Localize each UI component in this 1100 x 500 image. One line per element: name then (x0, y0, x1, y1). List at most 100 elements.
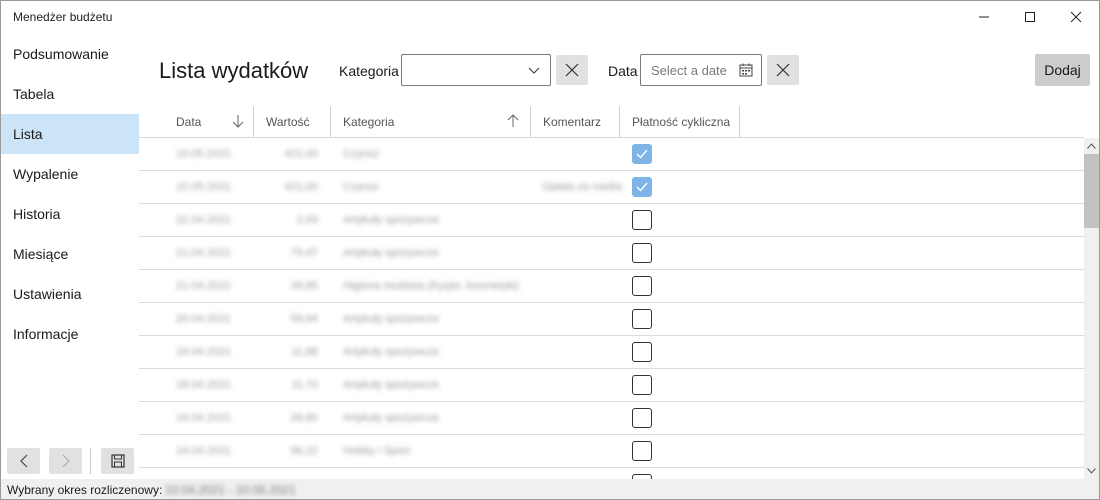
chevron-right-icon (62, 454, 70, 468)
maximize-button[interactable] (1007, 1, 1053, 33)
cell-date: 19.04.2021 (176, 346, 232, 358)
next-period-button[interactable] (49, 448, 82, 474)
status-bar: Wybrany okres rozliczenowy: 10.04.2021 -… (1, 479, 1099, 499)
sort-ascending-icon (507, 114, 519, 127)
cell-value: 79,47 (290, 247, 318, 259)
table-row[interactable]: 20.04.2021 59,94 Artykuły spożywcze (139, 303, 1084, 336)
sort-descending-icon (232, 115, 244, 128)
date-placeholder: Select a date (651, 63, 727, 78)
clear-date-button[interactable] (767, 55, 799, 85)
sidebar-item-informacje[interactable]: Informacje (1, 314, 139, 354)
add-expense-button[interactable]: Dodaj (1035, 54, 1090, 86)
sidebar-item-miesiace[interactable]: Miesiące (1, 234, 139, 274)
recurring-payment-checkbox[interactable] (632, 474, 652, 479)
recurring-payment-checkbox[interactable] (632, 276, 652, 296)
scroll-down-button[interactable] (1084, 463, 1099, 479)
chevron-down-icon (528, 67, 540, 74)
cell-date: 21.04.2021 (176, 247, 232, 259)
cell-value: 59,94 (290, 313, 318, 325)
recurring-payment-checkbox[interactable] (632, 177, 652, 197)
save-icon (110, 454, 125, 468)
cell-category: Czynsz (343, 148, 380, 160)
cell-date: 21.04.2021 (176, 280, 232, 292)
table-row[interactable]: 10.05.2021 421,00 Czynsz (139, 138, 1084, 171)
close-button[interactable] (1053, 1, 1099, 33)
cell-category: Higiena osobista (fryzjer, kosmetyki) (343, 280, 520, 292)
recurring-payment-checkbox[interactable] (632, 309, 652, 329)
sidebar-item-ustawienia[interactable]: Ustawienia (1, 274, 139, 314)
cell-category: Artykuły spożywcze (343, 412, 439, 424)
date-filter-picker[interactable]: Select a date (640, 54, 762, 86)
table-row[interactable]: 21.04.2021 39,85 Higiena osobista (fryzjer… (139, 270, 1084, 303)
recurring-payment-checkbox[interactable] (632, 243, 652, 263)
recurring-payment-checkbox[interactable] (632, 375, 652, 395)
checkmark-icon (636, 149, 648, 159)
cell-value: 2,93 (296, 214, 318, 226)
scroll-up-button[interactable] (1084, 138, 1099, 154)
page-title: Lista wydatków (159, 58, 309, 83)
column-header-value[interactable]: Wartość (254, 106, 330, 138)
cell-value: 39,85 (290, 280, 318, 292)
save-button[interactable] (101, 448, 134, 474)
close-icon (776, 63, 790, 77)
cell-category: Czynsz (343, 181, 380, 193)
table-row[interactable] (139, 468, 1084, 479)
column-label: Komentarz (543, 115, 602, 129)
cell-category: Artykuły spożywcze (343, 247, 439, 259)
sidebar-item-tabela[interactable]: Tabela (1, 74, 139, 114)
minimize-icon (979, 16, 989, 18)
sidebar-item-wypalenie[interactable]: Wypalenie (1, 154, 139, 194)
column-label: Data (176, 115, 202, 129)
recurring-payment-checkbox[interactable] (632, 144, 652, 164)
chevron-left-icon (19, 454, 27, 468)
status-label: Wybrany okres rozliczenowy: (7, 483, 163, 497)
cell-date: 14.04.2021 (176, 445, 232, 457)
table-row[interactable]: 10.05.2021 421,00 Czynsz Opłata za media (139, 171, 1084, 204)
sidebar-item-historia[interactable]: Historia (1, 194, 139, 234)
column-header-category[interactable]: Kategoria (331, 106, 530, 138)
minimize-button[interactable] (961, 1, 1007, 33)
table-row[interactable]: 21.04.2021 79,47 Artykuły spożywcze (139, 237, 1084, 270)
cell-value: 96,22 (290, 445, 318, 457)
column-header-date[interactable]: Data (164, 106, 253, 138)
recurring-payment-checkbox[interactable] (632, 210, 652, 230)
sidebar-nav: Podsumowanie Tabela Lista Wypalenie Hist… (1, 33, 139, 443)
app-window: Menedżer budżetu Podsumowanie Tabela Lis… (0, 0, 1100, 500)
cell-value: 11,88 (291, 346, 318, 358)
column-header-recurring[interactable]: Płatność cykliczna (620, 106, 739, 138)
status-period-value: 10.04.2021 - 10.05.2021 (165, 483, 296, 497)
cell-value: 421,00 (284, 181, 318, 193)
table-row[interactable]: 18.04.2021 11,70 Artykuły spożywcze (139, 369, 1084, 402)
cell-category: Artykuły spożywcze (343, 379, 439, 391)
cell-date: 10.05.2021 (176, 148, 232, 160)
sidebar-item-lista[interactable]: Lista (1, 114, 139, 154)
category-filter-label: Kategoria (339, 63, 399, 79)
chevron-up-icon (1087, 143, 1096, 149)
scrollbar-thumb[interactable] (1084, 154, 1099, 228)
clear-category-button[interactable] (556, 55, 588, 85)
sidebar-item-podsumowanie[interactable]: Podsumowanie (1, 34, 139, 74)
cell-category: Hobby / Sport (343, 445, 411, 457)
recurring-payment-checkbox[interactable] (632, 441, 652, 461)
table-row[interactable]: 14.04.2021 96,22 Hobby / Sport (139, 435, 1084, 468)
table-row[interactable]: 22.04.2021 2,93 Artykuły spożywcze (139, 204, 1084, 237)
column-label: Kategoria (343, 115, 395, 129)
maximize-icon (1025, 12, 1035, 22)
cell-category: Artykuły spożywcze (343, 313, 439, 325)
recurring-payment-checkbox[interactable] (632, 408, 652, 428)
table-row[interactable]: 19.04.2021 11,88 Artykuły spożywcze (139, 336, 1084, 369)
column-header-comment[interactable]: Komentarz (531, 106, 620, 138)
previous-period-button[interactable] (7, 448, 40, 474)
table-row[interactable]: 18.04.2021 28,80 Artykuły spożywcze (139, 402, 1084, 435)
title-bar: Menedżer budżetu (1, 1, 1099, 33)
app-title: Menedżer budżetu (13, 10, 113, 24)
cell-date: 18.04.2021 (176, 379, 232, 391)
cell-date: 10.05.2021 (176, 181, 232, 193)
column-divider[interactable] (739, 106, 740, 138)
recurring-payment-checkbox[interactable] (632, 342, 652, 362)
cell-value: 421,00 (284, 148, 318, 160)
cell-date: 20.04.2021 (176, 313, 232, 325)
vertical-scrollbar[interactable] (1084, 138, 1099, 479)
category-filter-combobox[interactable] (401, 54, 551, 86)
cell-date: 18.04.2021 (176, 412, 232, 424)
